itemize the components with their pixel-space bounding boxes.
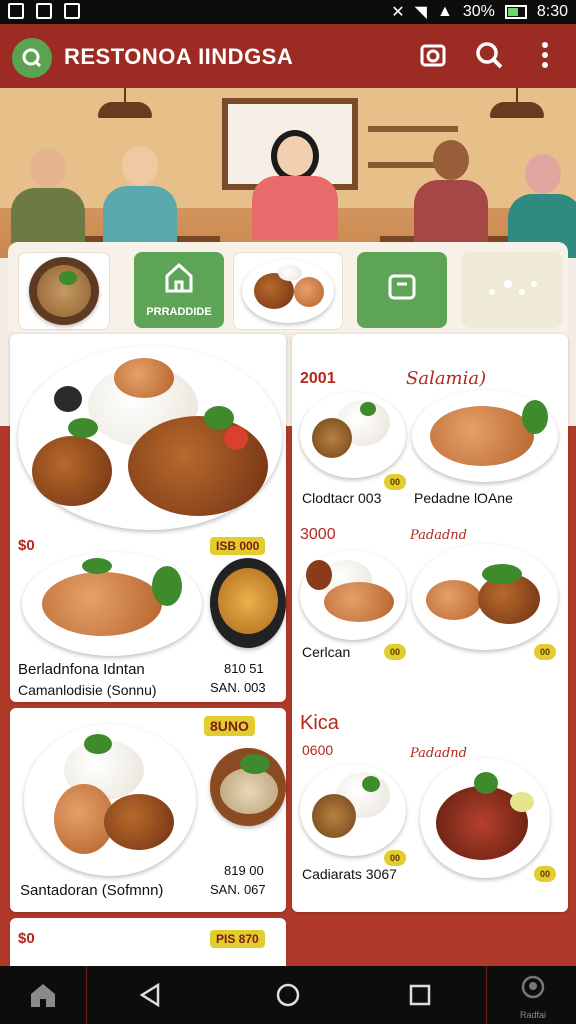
back-triangle-icon <box>139 983 160 1007</box>
assistant-label: Radfai <box>519 1010 546 1020</box>
card-price-tag: PIS 870 <box>210 930 265 948</box>
recents-square-icon <box>409 984 431 1006</box>
section-heading: 3000 <box>300 526 336 543</box>
dish-image <box>24 724 196 876</box>
rating-badge: 00 <box>534 866 556 882</box>
bag-icon <box>388 274 416 300</box>
section-heading-script: Padadnd <box>410 528 468 543</box>
section-heading-script: Padadnd <box>410 746 468 761</box>
assistant-button[interactable] <box>500 966 566 1010</box>
card-name: Santadoran (Sofmnn) <box>20 882 164 899</box>
menu-item-name: Cadiarats 3067 <box>302 866 397 882</box>
dish-image <box>210 558 286 648</box>
recents-button[interactable] <box>388 966 452 1024</box>
featured-price-line2: SAN. 003 <box>210 680 266 695</box>
dish-image[interactable] <box>300 550 406 640</box>
section-heading: Kica <box>300 712 339 734</box>
card-price-left: $0 <box>18 930 35 947</box>
card-price-line1: 819 00 <box>224 863 264 878</box>
home-circle-icon <box>276 983 300 1007</box>
more-vert-icon[interactable] <box>530 40 560 70</box>
rating-badge: 00 <box>384 850 406 866</box>
category-label: PRRADDIDE <box>146 306 212 318</box>
section-heading-script: Salamia) <box>406 368 487 389</box>
category-item[interactable] <box>357 252 447 328</box>
pendant-lamp <box>98 88 152 118</box>
app-icon <box>64 3 80 19</box>
category-item[interactable] <box>233 252 343 330</box>
more-dots-icon <box>489 280 537 295</box>
clock: 8:30 <box>536 3 568 20</box>
mute-icon: ✕ <box>391 4 405 21</box>
signal-icon: ▲ <box>436 3 453 20</box>
camera-icon[interactable] <box>418 40 448 70</box>
featured-subtitle: Camanlodisie (Sonnu) <box>18 682 157 698</box>
home-icon <box>165 262 193 293</box>
status-bar: ✕ ◥ ▲ 30% 8:30 <box>0 0 576 24</box>
dish-image <box>210 748 286 826</box>
dish-image[interactable] <box>420 758 550 878</box>
search-icon[interactable] <box>474 40 504 70</box>
section-subheading: 0600 <box>302 742 334 758</box>
category-item[interactable] <box>462 252 562 328</box>
section-heading: 2001 <box>300 370 336 387</box>
house-icon <box>31 984 55 1007</box>
dish-image[interactable] <box>300 392 406 478</box>
app-bar: RESTONOA IINDGSA <box>0 24 576 88</box>
menu-item-name: Cerlcan <box>302 644 351 660</box>
image-icon <box>8 3 24 19</box>
card-price-tag: 8UNO <box>204 716 255 736</box>
rating-badge: 00 <box>534 644 556 660</box>
hero-illustration <box>0 88 576 258</box>
home-button[interactable] <box>256 966 320 1024</box>
back-button[interactable] <box>118 966 182 1024</box>
pendant-lamp <box>490 88 544 118</box>
battery-percent: 30% <box>462 3 495 20</box>
menu-item-name: Pedadne lOAne <box>414 490 513 506</box>
wifi-icon: ◥ <box>414 4 427 21</box>
menu-item-name: Clodtacr 003 <box>302 490 382 506</box>
category-item[interactable] <box>18 252 110 330</box>
home-nav-button[interactable] <box>0 966 86 1024</box>
rating-badge: 00 <box>384 644 406 660</box>
card-price-line2: SAN. 067 <box>210 882 266 897</box>
dish-image[interactable] <box>412 390 558 482</box>
notification-icons <box>8 3 80 19</box>
gallery-icon <box>36 3 52 19</box>
dish-image[interactable] <box>412 544 558 650</box>
app-logo-icon[interactable] <box>12 38 52 78</box>
diner-figure <box>250 136 340 258</box>
battery-icon <box>504 5 527 19</box>
featured-price-line1: 810 51 <box>224 661 264 676</box>
diner-figure <box>408 140 494 258</box>
featured-name: Berladnfona Idntan <box>18 661 145 678</box>
featured-dish-image <box>18 346 282 530</box>
featured-price-left: $0 <box>18 537 35 554</box>
app-title: RESTONOA IINDGSA <box>64 44 294 69</box>
featured-price-tag: ISB 000 <box>210 537 266 555</box>
rating-badge: 00 <box>384 474 406 490</box>
category-item[interactable]: PRRADDIDE <box>134 252 224 328</box>
dish-image <box>22 552 202 656</box>
dish-image[interactable] <box>300 764 406 856</box>
assistant-icon <box>521 975 545 999</box>
